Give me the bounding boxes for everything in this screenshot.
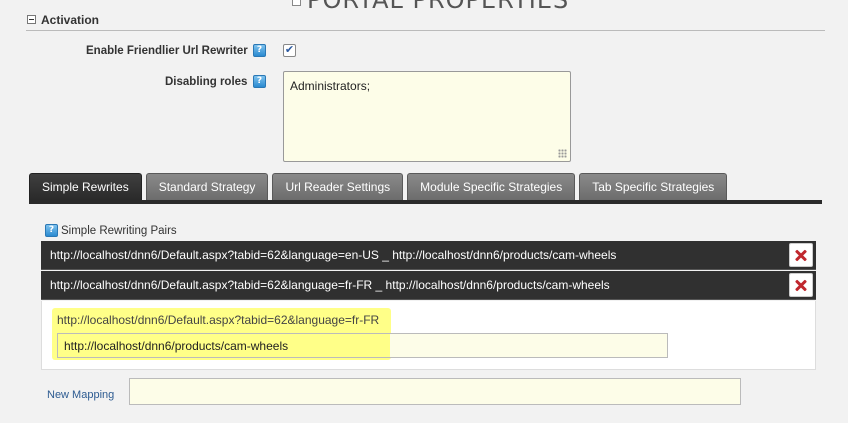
disabling-roles-label: Disabling roles (165, 76, 248, 88)
page-title-icon (292, 0, 301, 6)
tab-simple-rewrites[interactable]: Simple Rewrites (29, 173, 142, 200)
strategy-tabs: Simple Rewrites Standard Strategy Url Re… (29, 173, 731, 200)
rewrite-pair-text: http://localhost/dnn6/Default.aspx?tabid… (50, 248, 617, 262)
new-mapping-input[interactable] (129, 378, 741, 405)
resize-grip-icon[interactable] (558, 149, 567, 158)
rewrite-pair-row[interactable]: http://localhost/dnn6/Default.aspx?tabid… (41, 271, 816, 300)
activation-section-header[interactable]: Activation (26, 9, 825, 31)
tab-divider (29, 200, 822, 204)
pairs-label-text: Simple Rewriting Pairs (61, 224, 177, 237)
delete-icon[interactable] (789, 243, 813, 267)
help-icon[interactable]: ? (253, 44, 266, 57)
enable-rewriter-label: Enable Friendlier Url Rewriter (86, 45, 248, 57)
section-title: Activation (41, 12, 100, 27)
rewrite-pair-row[interactable]: http://localhost/dnn6/Default.aspx?tabid… (41, 241, 816, 270)
target-url-input[interactable] (57, 333, 668, 358)
disabling-roles-textarea[interactable]: Administrators; (283, 71, 571, 162)
help-icon[interactable]: ? (45, 224, 58, 237)
enable-rewriter-checkbox[interactable]: ✔ (283, 44, 296, 57)
rewrite-pair-text: http://localhost/dnn6/Default.aspx?tabid… (50, 278, 610, 292)
tab-module-specific-strategies[interactable]: Module Specific Strategies (407, 173, 576, 200)
help-icon[interactable]: ? (253, 75, 266, 88)
tab-tab-specific-strategies[interactable]: Tab Specific Strategies (579, 173, 728, 200)
collapse-icon[interactable] (27, 15, 36, 24)
simple-rewriting-pairs-label: ? Simple Rewriting Pairs (45, 224, 177, 237)
tab-url-reader-settings[interactable]: Url Reader Settings (272, 173, 404, 200)
source-url: http://localhost/dnn6/Default.aspx?tabid… (57, 313, 380, 327)
edit-pair-panel: http://localhost/dnn6/Default.aspx?tabid… (41, 301, 816, 370)
disabling-roles-value: Administrators; (290, 79, 371, 93)
tab-standard-strategy[interactable]: Standard Strategy (145, 173, 269, 200)
delete-icon[interactable] (789, 273, 813, 297)
new-mapping-label: New Mapping (47, 389, 115, 401)
